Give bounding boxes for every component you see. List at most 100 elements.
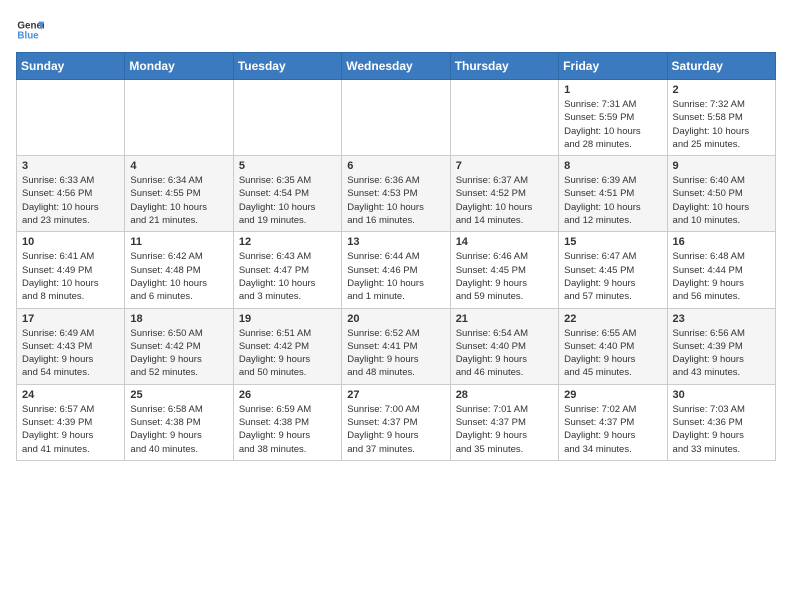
day-number: 5	[239, 160, 336, 172]
day-number: 10	[22, 236, 119, 248]
calendar-cell: 8Sunrise: 6:39 AM Sunset: 4:51 PM Daylig…	[559, 156, 667, 232]
calendar-cell: 30 Sunrise: 7:03 AM Sunset: 4:36 PM Dayli…	[667, 384, 775, 460]
svg-text:Blue: Blue	[17, 30, 39, 41]
calendar-table: SundayMondayTuesdayWednesdayThursdayFrid…	[16, 52, 776, 461]
day-number: 27	[347, 389, 444, 401]
day-info: Sunrise: 7:01 AM Sunset: 4:37 PM Dayligh…	[456, 403, 553, 456]
day-info: Sunrise: 6:51 AM Sunset: 4:42 PM Dayligh…	[239, 327, 336, 380]
day-info: Sunrise: 6:55 AM Sunset: 4:40 PM Dayligh…	[564, 327, 661, 380]
day-number: 25	[130, 389, 227, 401]
day-number: 16	[673, 236, 770, 248]
day-info: Sunrise: 6:44 AM Sunset: 4:46 PM Dayligh…	[347, 250, 444, 303]
calendar-cell: 2 Sunrise: 7:32 AM Sunset: 5:58 PM Daylig…	[667, 80, 775, 156]
calendar-cell: 18 Sunrise: 6:50 AM Sunset: 4:42 PM Dayli…	[125, 308, 233, 384]
calendar-cell: 24 Sunrise: 6:57 AM Sunset: 4:39 PM Dayli…	[17, 384, 125, 460]
calendar-cell: 4Sunrise: 6:34 AM Sunset: 4:55 PM Daylig…	[125, 156, 233, 232]
day-number: 15	[564, 236, 661, 248]
day-info: Sunrise: 7:02 AM Sunset: 4:37 PM Dayligh…	[564, 403, 661, 456]
calendar-cell: 22 Sunrise: 6:55 AM Sunset: 4:40 PM Dayli…	[559, 308, 667, 384]
calendar-cell	[233, 80, 341, 156]
day-info: Sunrise: 6:33 AM Sunset: 4:56 PM Dayligh…	[22, 174, 119, 227]
calendar-cell: 19 Sunrise: 6:51 AM Sunset: 4:42 PM Dayli…	[233, 308, 341, 384]
calendar-cell: 3 Sunrise: 6:33 AM Sunset: 4:56 PM Daylig…	[17, 156, 125, 232]
calendar-cell	[17, 80, 125, 156]
day-number: 23	[673, 313, 770, 325]
calendar-cell: 6 Sunrise: 6:36 AM Sunset: 4:53 PM Daylig…	[342, 156, 450, 232]
day-number: 21	[456, 313, 553, 325]
day-info: Sunrise: 6:48 AM Sunset: 4:44 PM Dayligh…	[673, 250, 770, 303]
calendar-cell: 27 Sunrise: 7:00 AM Sunset: 4:37 PM Dayli…	[342, 384, 450, 460]
day-info: Sunrise: 6:52 AM Sunset: 4:41 PM Dayligh…	[347, 327, 444, 380]
page-header: General Blue	[16, 16, 776, 44]
weekday-header-thursday: Thursday	[450, 53, 558, 80]
day-info: Sunrise: 6:58 AM Sunset: 4:38 PM Dayligh…	[130, 403, 227, 456]
day-number: 22	[564, 313, 661, 325]
day-info: Sunrise: 6:50 AM Sunset: 4:42 PM Dayligh…	[130, 327, 227, 380]
calendar-cell	[125, 80, 233, 156]
calendar-cell: 13 Sunrise: 6:44 AM Sunset: 4:46 PM Dayli…	[342, 232, 450, 308]
calendar-cell: 17Sunrise: 6:49 AM Sunset: 4:43 PM Dayli…	[17, 308, 125, 384]
day-info: Sunrise: 6:57 AM Sunset: 4:39 PM Dayligh…	[22, 403, 119, 456]
calendar-cell	[450, 80, 558, 156]
day-info: Sunrise: 6:54 AM Sunset: 4:40 PM Dayligh…	[456, 327, 553, 380]
calendar-cell: 15 Sunrise: 6:47 AM Sunset: 4:45 PM Dayli…	[559, 232, 667, 308]
weekday-header-wednesday: Wednesday	[342, 53, 450, 80]
calendar-week-row-4: 17Sunrise: 6:49 AM Sunset: 4:43 PM Dayli…	[17, 308, 776, 384]
calendar-cell: 14Sunrise: 6:46 AM Sunset: 4:45 PM Dayli…	[450, 232, 558, 308]
day-number: 3	[22, 160, 119, 172]
calendar-cell: 26 Sunrise: 6:59 AM Sunset: 4:38 PM Dayli…	[233, 384, 341, 460]
day-number: 26	[239, 389, 336, 401]
day-info: Sunrise: 6:56 AM Sunset: 4:39 PM Dayligh…	[673, 327, 770, 380]
day-number: 9	[673, 160, 770, 172]
day-info: Sunrise: 6:39 AM Sunset: 4:51 PM Dayligh…	[564, 174, 661, 227]
calendar-week-row-2: 3 Sunrise: 6:33 AM Sunset: 4:56 PM Daylig…	[17, 156, 776, 232]
calendar-cell	[342, 80, 450, 156]
calendar-cell: 29Sunrise: 7:02 AM Sunset: 4:37 PM Dayli…	[559, 384, 667, 460]
calendar-week-row-5: 24 Sunrise: 6:57 AM Sunset: 4:39 PM Dayli…	[17, 384, 776, 460]
weekday-header-saturday: Saturday	[667, 53, 775, 80]
day-info: Sunrise: 6:59 AM Sunset: 4:38 PM Dayligh…	[239, 403, 336, 456]
day-info: Sunrise: 7:00 AM Sunset: 4:37 PM Dayligh…	[347, 403, 444, 456]
day-number: 20	[347, 313, 444, 325]
day-info: Sunrise: 7:03 AM Sunset: 4:36 PM Dayligh…	[673, 403, 770, 456]
day-info: Sunrise: 7:32 AM Sunset: 5:58 PM Dayligh…	[673, 98, 770, 151]
day-number: 4	[130, 160, 227, 172]
calendar-cell: 1 Sunrise: 7:31 AM Sunset: 5:59 PM Daylig…	[559, 80, 667, 156]
weekday-header-row: SundayMondayTuesdayWednesdayThursdayFrid…	[17, 53, 776, 80]
calendar-cell: 7 Sunrise: 6:37 AM Sunset: 4:52 PM Daylig…	[450, 156, 558, 232]
calendar-week-row-3: 10Sunrise: 6:41 AM Sunset: 4:49 PM Dayli…	[17, 232, 776, 308]
weekday-header-tuesday: Tuesday	[233, 53, 341, 80]
logo-icon: General Blue	[16, 16, 44, 44]
calendar-cell: 12 Sunrise: 6:43 AM Sunset: 4:47 PM Dayli…	[233, 232, 341, 308]
day-info: Sunrise: 6:47 AM Sunset: 4:45 PM Dayligh…	[564, 250, 661, 303]
day-number: 18	[130, 313, 227, 325]
logo: General Blue	[16, 16, 44, 44]
day-number: 7	[456, 160, 553, 172]
day-number: 6	[347, 160, 444, 172]
weekday-header-friday: Friday	[559, 53, 667, 80]
day-number: 1	[564, 84, 661, 96]
day-number: 30	[673, 389, 770, 401]
day-info: Sunrise: 7:31 AM Sunset: 5:59 PM Dayligh…	[564, 98, 661, 151]
calendar-week-row-1: 1 Sunrise: 7:31 AM Sunset: 5:59 PM Daylig…	[17, 80, 776, 156]
day-info: Sunrise: 6:43 AM Sunset: 4:47 PM Dayligh…	[239, 250, 336, 303]
day-number: 12	[239, 236, 336, 248]
calendar-cell: 23 Sunrise: 6:56 AM Sunset: 4:39 PM Dayli…	[667, 308, 775, 384]
day-number: 24	[22, 389, 119, 401]
weekday-header-sunday: Sunday	[17, 53, 125, 80]
day-info: Sunrise: 6:37 AM Sunset: 4:52 PM Dayligh…	[456, 174, 553, 227]
day-number: 13	[347, 236, 444, 248]
day-number: 2	[673, 84, 770, 96]
calendar-cell: 16 Sunrise: 6:48 AM Sunset: 4:44 PM Dayli…	[667, 232, 775, 308]
day-number: 28	[456, 389, 553, 401]
day-number: 17	[22, 313, 119, 325]
calendar-cell: 9 Sunrise: 6:40 AM Sunset: 4:50 PM Daylig…	[667, 156, 775, 232]
day-info: Sunrise: 6:35 AM Sunset: 4:54 PM Dayligh…	[239, 174, 336, 227]
day-number: 11	[130, 236, 227, 248]
calendar-cell: 25 Sunrise: 6:58 AM Sunset: 4:38 PM Dayli…	[125, 384, 233, 460]
calendar-cell: 20 Sunrise: 6:52 AM Sunset: 4:41 PM Dayli…	[342, 308, 450, 384]
day-info: Sunrise: 6:36 AM Sunset: 4:53 PM Dayligh…	[347, 174, 444, 227]
day-number: 19	[239, 313, 336, 325]
day-number: 14	[456, 236, 553, 248]
day-info: Sunrise: 6:40 AM Sunset: 4:50 PM Dayligh…	[673, 174, 770, 227]
